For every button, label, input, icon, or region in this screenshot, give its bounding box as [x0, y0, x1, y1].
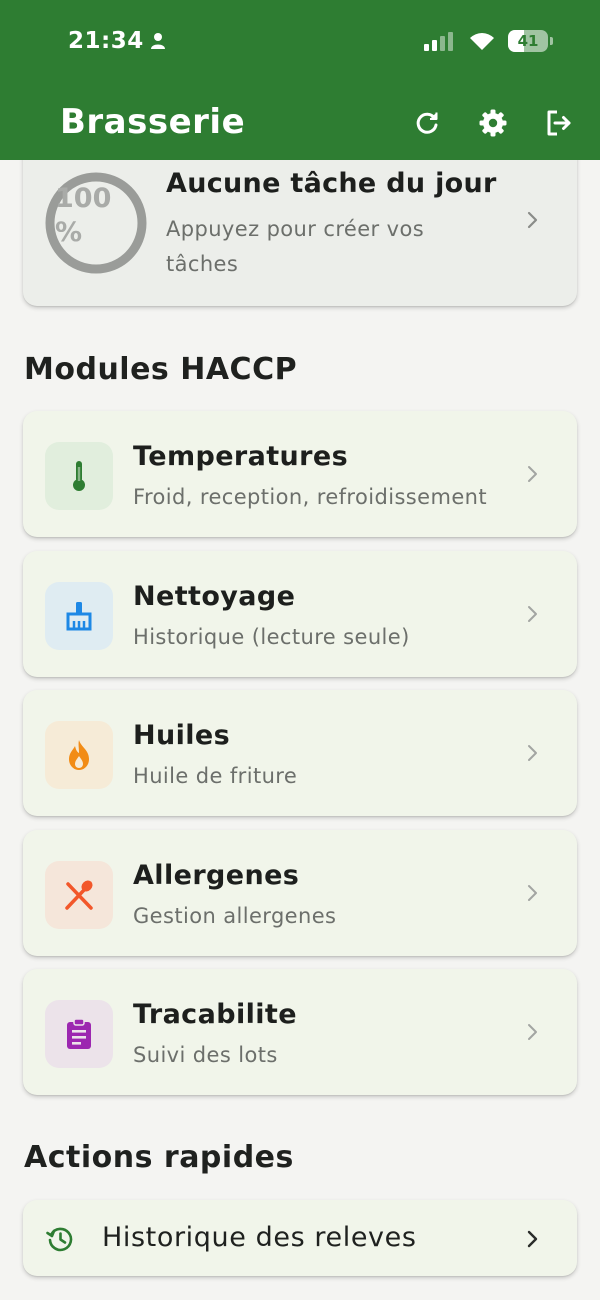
chevron-right-icon — [528, 606, 537, 622]
modules-section-title: Modules HACCP — [24, 352, 298, 387]
module-title: Allergenes — [133, 860, 300, 891]
module-title: Temperatures — [133, 441, 349, 472]
quick-actions-section-title: Actions rapides — [24, 1140, 294, 1175]
battery-indicator: 41 — [508, 30, 553, 52]
module-title: Tracabilite — [133, 999, 297, 1030]
module-card-tracabilite[interactable]: Tracabilite Suivi des lots — [23, 969, 577, 1095]
chevron-right-icon — [528, 466, 537, 482]
logout-button[interactable] — [536, 102, 582, 144]
clipboard-icon — [67, 1018, 91, 1049]
module-icon-box — [45, 721, 113, 789]
cellular-signal-icon — [424, 32, 453, 51]
refresh-icon — [416, 112, 438, 134]
status-time-text: 21:34 — [68, 28, 144, 54]
app-bar: 21:34 41 Brasserie — [0, 0, 600, 160]
chevron-right-icon — [528, 745, 537, 761]
module-subtitle: Historique (lecture seule) — [133, 625, 410, 649]
progress-percentage: 100 % — [55, 183, 112, 248]
module-subtitle: Huile de friture — [133, 764, 298, 788]
thermometer-icon — [73, 461, 85, 491]
chevron-right-icon — [528, 1024, 537, 1040]
refresh-button[interactable] — [404, 102, 450, 144]
quick-action-history[interactable]: Historique des releves — [23, 1200, 577, 1276]
person-icon — [150, 33, 165, 49]
module-icon-box — [45, 442, 113, 510]
quick-action-label: Historique des releves — [102, 1222, 417, 1253]
module-subtitle: Froid, reception, refroidissement — [133, 485, 487, 509]
app-bar-actions — [404, 102, 582, 144]
daily-tasks-subtitle: Appuyez pour créer vos tâches — [166, 217, 425, 276]
module-card-nettoyage[interactable]: Nettoyage Historique (lecture seule) — [23, 551, 577, 677]
module-icon-box — [45, 861, 113, 929]
module-icon-box — [45, 582, 113, 650]
module-card-temperatures[interactable]: Temperatures Froid, reception, refroidis… — [23, 411, 577, 537]
status-time: 21:34 — [68, 28, 166, 54]
status-indicators: 41 — [424, 28, 553, 54]
module-subtitle: Gestion allergenes — [133, 904, 337, 928]
logout-icon — [547, 110, 571, 136]
settings-button[interactable] — [470, 102, 516, 144]
chevron-right-icon — [528, 885, 537, 901]
module-card-allergenes[interactable]: Allergenes Gestion allergenes — [23, 830, 577, 956]
settings-icon — [479, 109, 507, 137]
module-icon-box — [45, 1000, 113, 1068]
chevron-right-icon — [527, 211, 538, 229]
cleaning-brush-icon — [66, 602, 92, 631]
module-title: Huiles — [133, 720, 231, 751]
flame-icon — [69, 740, 89, 770]
module-subtitle: Suivi des lots — [133, 1043, 278, 1067]
chevron-right-icon — [527, 1230, 538, 1248]
module-title: Nettoyage — [133, 581, 296, 612]
daily-tasks-title: Aucune tâche du jour — [166, 168, 497, 199]
battery-percentage: 41 — [517, 32, 539, 50]
history-icon — [46, 1227, 73, 1252]
utensils-crossed-icon — [65, 880, 93, 910]
app-title: Brasserie — [60, 102, 246, 142]
wifi-icon — [470, 33, 494, 50]
module-card-huiles[interactable]: Huiles Huile de friture — [23, 690, 577, 816]
